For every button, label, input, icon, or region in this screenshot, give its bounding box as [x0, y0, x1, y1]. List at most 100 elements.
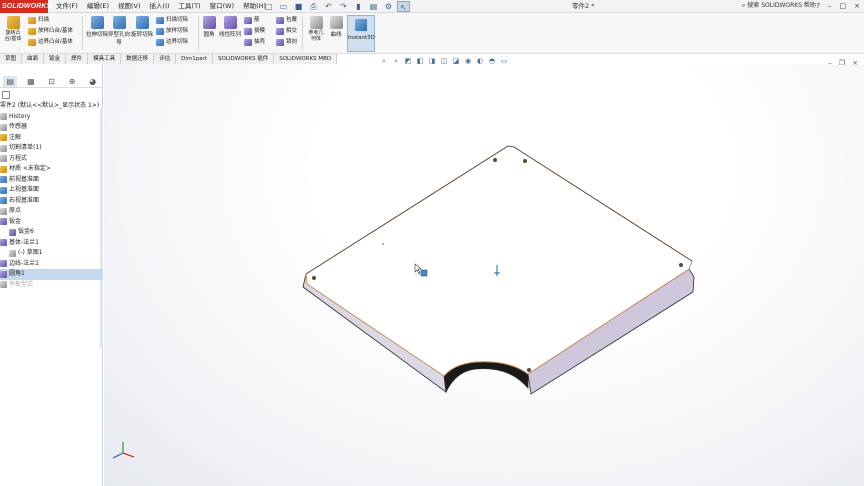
maximize-button[interactable]: □: [840, 0, 847, 13]
section-view-icon[interactable]: ◧: [416, 57, 424, 65]
rib-button[interactable]: 筋: [244, 16, 260, 25]
tree-node-flat-pattern[interactable]: 平板型式: [0, 280, 103, 291]
menu-window[interactable]: 窗口(W): [210, 0, 235, 13]
menu-tools[interactable]: 工具(T): [179, 0, 201, 13]
tab-sheet-metal[interactable]: 钣金: [44, 54, 67, 64]
previous-view-icon[interactable]: ◩: [404, 57, 412, 65]
tab-weldments[interactable]: 焊件: [66, 54, 89, 64]
tree-node-fillet1[interactable]: 圆角1: [0, 269, 103, 280]
select-icon[interactable]: ↖: [397, 1, 410, 12]
redo-icon[interactable]: ↷: [337, 1, 350, 12]
menu-edit[interactable]: 编辑(E): [87, 0, 109, 13]
tree-node-cut-list[interactable]: 切割清单(1): [0, 143, 103, 154]
mounting-hole[interactable]: [523, 159, 527, 163]
tab-data-migration[interactable]: 数据迁移: [121, 54, 155, 64]
tree-node-equations[interactable]: 方程式: [0, 154, 103, 165]
tree-node-sheet-metal-6[interactable]: 钣金6: [0, 227, 103, 238]
tree-filter[interactable]: [0, 90, 103, 100]
tree-node-top-plane[interactable]: 上视基准面: [0, 185, 103, 196]
menu-view[interactable]: 视图(V): [118, 0, 141, 13]
tree-node-annotations[interactable]: 注解: [0, 133, 103, 144]
boundary-boss-button[interactable]: 边界凸台/基体: [28, 38, 73, 47]
mounting-hole[interactable]: [312, 276, 316, 280]
zoom-area-icon[interactable]: ⌕: [392, 57, 400, 65]
menu-file[interactable]: 文件(F): [56, 0, 78, 13]
intersect-button[interactable]: 相交: [276, 27, 297, 36]
open-icon[interactable]: ▭: [277, 1, 290, 12]
featuremanager-icon[interactable]: ▤: [3, 75, 18, 87]
tab-sketch[interactable]: 草图: [0, 54, 23, 64]
tab-dim1part[interactable]: Dim1part: [176, 54, 214, 64]
instant3d-button[interactable]: Instant3D: [347, 15, 375, 52]
close-button[interactable]: ×: [854, 0, 860, 13]
sheetmetal-icon: [0, 218, 7, 226]
extruded-cut-button[interactable]: 拉伸切除: [86, 16, 108, 38]
hide-show-items-icon[interactable]: ◉: [464, 57, 472, 65]
loft-button[interactable]: 放样凸台/基体: [28, 27, 73, 36]
tab-surfaces[interactable]: 曲面: [22, 54, 45, 64]
tree-node-sheet-metal[interactable]: 钣金: [0, 217, 103, 228]
new-icon[interactable]: □: [262, 1, 275, 12]
undo-icon[interactable]: ↶: [322, 1, 335, 12]
view-settings-icon[interactable]: ▭: [500, 57, 508, 65]
tree-node-part[interactable]: 零件2 (默认<<默认>_显示状态 1>): [0, 101, 103, 112]
options-icon[interactable]: ⚙: [382, 1, 395, 12]
tab-mold-tools[interactable]: 模具工具: [88, 54, 122, 64]
mounting-hole[interactable]: [382, 243, 384, 245]
tree-node-base-flange[interactable]: 基体-法兰1: [0, 238, 103, 249]
mirror-button[interactable]: 镜向: [276, 38, 297, 47]
help-search[interactable]: ⌕ 搜索 SOLIDWORKS 帮助: [742, 1, 820, 11]
doc-close-icon[interactable]: ×: [852, 59, 858, 67]
view-orientation-icon[interactable]: ◫: [440, 57, 448, 65]
reference-geometry-button[interactable]: 参考几 何体: [305, 16, 327, 42]
tree-node-front-plane[interactable]: 前视基准面: [0, 175, 103, 186]
revolved-cut-button[interactable]: 旋转切除: [131, 16, 153, 38]
minimize-button[interactable]: –: [828, 0, 832, 13]
help-button[interactable]: ?: [816, 0, 820, 13]
dynamic-annotation-icon[interactable]: ◨: [428, 57, 436, 65]
mounting-hole[interactable]: [679, 263, 683, 267]
curves-button[interactable]: 曲线: [327, 16, 345, 38]
graphics-area[interactable]: [104, 64, 864, 486]
tree-node-history[interactable]: History: [0, 112, 103, 123]
tree-node-right-plane[interactable]: 右视基准面: [0, 196, 103, 207]
linear-pattern-button[interactable]: 线性阵列: [219, 16, 241, 38]
tab-solidworks-mbd[interactable]: SOLIDWORKS MBD: [274, 54, 338, 64]
tree-node-sensors[interactable]: 传感器: [0, 122, 103, 133]
tab-evaluate[interactable]: 评估: [154, 54, 177, 64]
propertymanager-icon[interactable]: ▦: [24, 76, 38, 87]
file-properties-icon[interactable]: ▤: [367, 1, 380, 12]
menu-insert[interactable]: 插入(I): [150, 0, 170, 13]
hole-wizard-button[interactable]: 异型孔向导: [108, 16, 130, 46]
zoom-to-fit-icon[interactable]: ⌕: [380, 57, 388, 65]
save-icon[interactable]: ■: [292, 1, 305, 12]
tree-node-edge-flange[interactable]: 边线-法兰1: [0, 259, 103, 270]
fillet-button[interactable]: 圆角: [200, 16, 218, 38]
sweep-button[interactable]: 扫描: [28, 16, 49, 25]
doc-restore-icon[interactable]: ❐: [839, 59, 845, 67]
extruded-boss-button[interactable]: 旋转凸 台/基体: [2, 16, 24, 42]
doc-minimize-icon[interactable]: –: [828, 59, 832, 67]
print-icon[interactable]: ⎙: [307, 1, 320, 12]
tree-node-material[interactable]: 材质 <未指定>: [0, 164, 103, 175]
swept-cut-button[interactable]: 扫描切除: [156, 16, 188, 25]
display-style-icon[interactable]: ◪: [452, 57, 460, 65]
solidworks-logo[interactable]: SOLIDWORKS: [0, 0, 51, 13]
draft-button[interactable]: 拔模: [244, 27, 265, 36]
apply-scene-icon[interactable]: ◓: [488, 57, 496, 65]
lofted-cut-button[interactable]: 放样切除: [156, 27, 188, 36]
shell-button[interactable]: 抽壳: [244, 38, 265, 47]
display-manager-icon[interactable]: ◕: [86, 76, 100, 87]
tree-node-sketch1[interactable]: (-) 草图1: [0, 248, 103, 259]
wrap-button[interactable]: 包覆: [276, 16, 297, 25]
rebuild-icon[interactable]: ▮: [352, 1, 365, 12]
model-top-face[interactable]: [305, 145, 693, 377]
mounting-hole[interactable]: [493, 158, 497, 162]
mounting-hole[interactable]: [527, 368, 531, 372]
configurationmanager-icon[interactable]: ⊡: [44, 76, 58, 87]
edit-appearance-icon[interactable]: ◐: [476, 57, 484, 65]
tab-solidworks-addins[interactable]: SOLIDWORKS 插件: [213, 54, 275, 64]
tree-node-origin[interactable]: 原点: [0, 206, 103, 217]
dimxpert-icon[interactable]: ⊕: [65, 76, 79, 87]
boundary-cut-button[interactable]: 边界切除: [156, 38, 188, 47]
